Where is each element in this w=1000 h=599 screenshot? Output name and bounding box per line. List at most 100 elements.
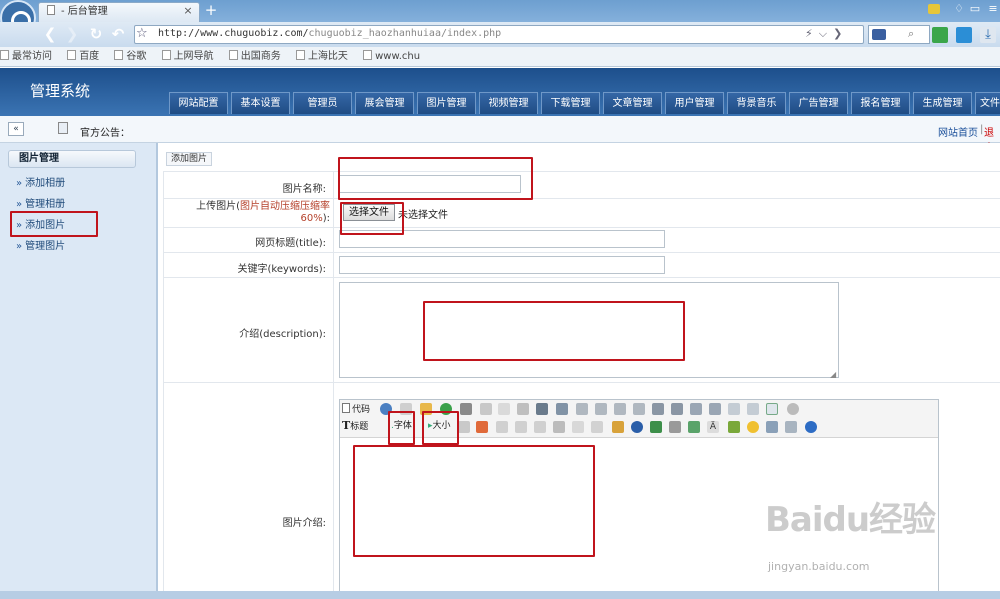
clock-icon[interactable] bbox=[787, 403, 799, 415]
star-icon[interactable]: ☆ bbox=[136, 26, 148, 42]
crop-icon[interactable] bbox=[932, 27, 948, 43]
flash-icon[interactable] bbox=[631, 421, 643, 433]
nav-music[interactable]: 背景音乐 bbox=[727, 92, 786, 114]
bookmark-item[interactable]: 上海比天 bbox=[295, 47, 348, 67]
bookmark-item[interactable]: 最常访问 bbox=[0, 47, 52, 67]
subscript-icon[interactable] bbox=[728, 403, 740, 415]
search-engine-icon[interactable] bbox=[872, 29, 886, 40]
nav-basic-settings[interactable]: 基本设置 bbox=[231, 92, 290, 114]
image-icon[interactable] bbox=[612, 421, 624, 433]
bookmark-item[interactable]: www.chu bbox=[363, 47, 420, 67]
lightning-icon[interactable]: ⚡ bbox=[805, 27, 819, 40]
hr-icon[interactable] bbox=[688, 421, 700, 433]
forward-icon[interactable]: ❯ bbox=[62, 24, 82, 44]
media-icon[interactable] bbox=[650, 421, 662, 433]
nav-ads[interactable]: 广告管理 bbox=[789, 92, 848, 114]
gift-icon[interactable] bbox=[928, 4, 940, 14]
heading-button[interactable]: T标题 bbox=[342, 420, 368, 433]
nav-images[interactable]: 图片管理 bbox=[417, 92, 476, 114]
copy-icon[interactable] bbox=[498, 403, 510, 415]
about-icon[interactable] bbox=[805, 421, 817, 433]
collapse-sidebar-button[interactable]: « bbox=[8, 122, 24, 136]
bookmark-item[interactable]: 谷歌 bbox=[114, 47, 146, 67]
notice-icon bbox=[58, 122, 68, 134]
align-center-icon[interactable] bbox=[595, 403, 607, 415]
dropdown-icon[interactable]: ⌵ bbox=[819, 27, 833, 40]
italic-icon[interactable] bbox=[515, 421, 527, 433]
justify-icon[interactable] bbox=[633, 403, 645, 415]
code-button[interactable]: 代码 bbox=[342, 403, 370, 416]
page-break-icon[interactable] bbox=[728, 421, 740, 433]
nav-files[interactable]: 文件管 bbox=[975, 92, 1000, 114]
divider bbox=[163, 277, 1000, 278]
tab-close-icon[interactable]: × bbox=[182, 5, 194, 17]
nav-signups[interactable]: 报名管理 bbox=[851, 92, 910, 114]
text-color-icon[interactable] bbox=[476, 421, 488, 433]
new-tab-button[interactable]: + bbox=[203, 3, 219, 19]
strikethrough-icon[interactable] bbox=[553, 421, 565, 433]
bookmark-item[interactable]: 百度 bbox=[67, 47, 99, 67]
sidebar-item-add-album[interactable]: » 添加相册 bbox=[16, 174, 65, 189]
nav-site-config[interactable]: 网站配置 bbox=[169, 92, 228, 114]
sidebar-icon[interactable] bbox=[956, 27, 972, 43]
nav-users[interactable]: 用户管理 bbox=[665, 92, 724, 114]
keywords-label: 关键字(keywords): bbox=[237, 264, 326, 275]
download-icon[interactable]: ⤓ bbox=[980, 27, 996, 43]
bookmark-icon bbox=[0, 50, 9, 60]
url-tools[interactable]: ⚡⌵❯ bbox=[805, 26, 848, 42]
underline-icon[interactable] bbox=[534, 421, 546, 433]
url-text[interactable]: http://www.chuguobiz.com/chuguobiz_haozh… bbox=[158, 28, 501, 39]
undo-icon[interactable]: ↶ bbox=[108, 24, 128, 44]
bold-icon[interactable] bbox=[496, 421, 508, 433]
sidebar-item-manage-image[interactable]: » 管理图片 bbox=[16, 237, 65, 252]
bookmark-icon bbox=[114, 50, 124, 60]
site-home-link[interactable]: 网站首页 bbox=[938, 124, 978, 139]
print-icon[interactable] bbox=[460, 403, 472, 415]
go-icon[interactable]: ❯ bbox=[833, 27, 848, 40]
cut-icon[interactable] bbox=[480, 403, 492, 415]
special-char-icon[interactable]: Ä bbox=[707, 421, 719, 433]
upload-label-prefix: 上传图片( bbox=[196, 201, 240, 212]
minimize-icon[interactable]: ▭ bbox=[966, 2, 984, 16]
search-icon[interactable]: ⌕ bbox=[908, 27, 914, 41]
superscript-icon[interactable] bbox=[747, 403, 759, 415]
format-icon[interactable] bbox=[458, 421, 470, 433]
refresh-icon[interactable]: ↻ bbox=[86, 24, 106, 44]
resize-grip-icon[interactable]: ◢ bbox=[830, 370, 836, 379]
link-icon[interactable] bbox=[766, 421, 778, 433]
nav-videos[interactable]: 视频管理 bbox=[479, 92, 538, 114]
nav-admins[interactable]: 管理员 bbox=[293, 92, 352, 114]
bookmark-item[interactable]: 上网导航 bbox=[161, 47, 214, 67]
nav-exhibitions[interactable]: 展会管理 bbox=[355, 92, 414, 114]
unlink-icon[interactable] bbox=[785, 421, 797, 433]
eraser-icon[interactable] bbox=[572, 421, 584, 433]
keywords-input[interactable] bbox=[339, 256, 665, 274]
baidu-watermark-url: jingyan.baidu.com bbox=[768, 560, 870, 573]
browser-tab[interactable]: - 后台管理 bbox=[38, 2, 200, 22]
align-right-icon[interactable] bbox=[614, 403, 626, 415]
outdent-icon[interactable] bbox=[709, 403, 721, 415]
ordered-list-icon[interactable] bbox=[652, 403, 664, 415]
nav-generate[interactable]: 生成管理 bbox=[913, 92, 972, 114]
unordered-list-icon[interactable] bbox=[671, 403, 683, 415]
calendar-icon[interactable] bbox=[766, 403, 778, 415]
indent-icon[interactable] bbox=[690, 403, 702, 415]
paste-word-icon[interactable] bbox=[556, 403, 568, 415]
notice-bar bbox=[0, 116, 1000, 143]
nav-articles[interactable]: 文章管理 bbox=[603, 92, 662, 114]
emoticon-icon[interactable] bbox=[747, 421, 759, 433]
annotation-font-box bbox=[388, 411, 415, 445]
annotation-editor-box bbox=[353, 445, 595, 557]
back-icon[interactable]: ❮ bbox=[40, 24, 60, 44]
code-icon bbox=[342, 403, 350, 413]
table-icon[interactable] bbox=[669, 421, 681, 433]
select-all-icon[interactable] bbox=[591, 421, 603, 433]
nav-downloads[interactable]: 下载管理 bbox=[541, 92, 600, 114]
annotation-sidebar-box bbox=[10, 211, 98, 237]
align-left-icon[interactable] bbox=[576, 403, 588, 415]
paste-text-icon[interactable] bbox=[536, 403, 548, 415]
menu-icon[interactable]: ≡ bbox=[984, 2, 1000, 16]
bookmark-item[interactable]: 出国商务 bbox=[228, 47, 281, 67]
sidebar-item-manage-album[interactable]: » 管理相册 bbox=[16, 195, 65, 210]
paste-icon[interactable] bbox=[517, 403, 529, 415]
